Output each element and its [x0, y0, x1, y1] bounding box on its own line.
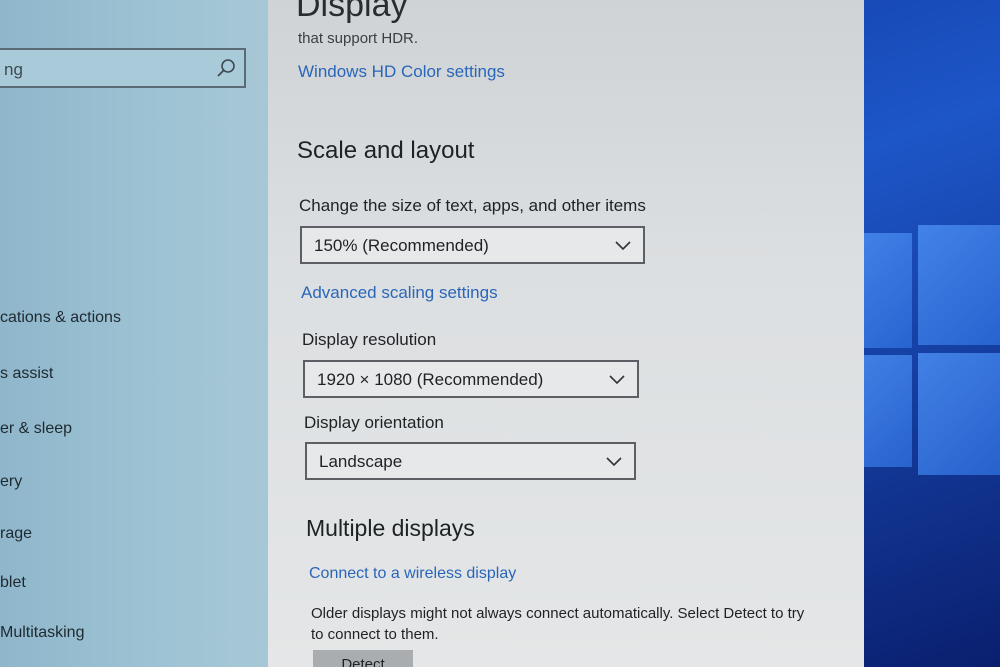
sidebar-item-storage[interactable]: rage	[0, 525, 32, 543]
orientation-dropdown[interactable]: Landscape	[305, 442, 636, 480]
search-icon[interactable]	[216, 58, 236, 78]
sidebar-item-notifications[interactable]: cations & actions	[0, 309, 121, 327]
multiple-displays-heading: Multiple displays	[306, 515, 475, 541]
scale-dropdown-value: 150% (Recommended)	[314, 236, 489, 255]
advanced-scaling-link[interactable]: Advanced scaling settings	[301, 283, 498, 303]
search-input-text: ng	[4, 60, 23, 79]
scale-layout-heading: Scale and layout	[297, 137, 475, 164]
resolution-dropdown[interactable]: 1920 × 1080 (Recommended)	[303, 360, 639, 398]
hdr-note: that support HDR.	[298, 30, 419, 47]
chevron-down-icon	[609, 375, 625, 385]
search-input[interactable]: ng	[0, 48, 246, 88]
resolution-dropdown-value: 1920 × 1080 (Recommended)	[317, 370, 544, 389]
detect-note: Older displays might not always connect …	[311, 605, 805, 643]
size-label: Change the size of text, apps, and other…	[299, 196, 646, 215]
hd-color-settings-link[interactable]: Windows HD Color settings	[298, 62, 505, 82]
windows-logo-icon	[848, 225, 1000, 475]
chevron-down-icon	[615, 241, 631, 251]
sidebar-item-multitasking[interactable]: Multitasking	[0, 624, 84, 642]
chevron-down-icon	[606, 457, 622, 467]
wireless-display-link[interactable]: Connect to a wireless display	[309, 565, 516, 583]
sidebar-item-battery[interactable]: ery	[0, 473, 22, 491]
orientation-label: Display orientation	[304, 413, 444, 432]
sidebar-item-focus-assist[interactable]: s assist	[0, 365, 53, 383]
detect-button[interactable]: Detect	[313, 650, 413, 667]
sidebar-item-tablet[interactable]: blet	[0, 574, 26, 592]
page-title: Display	[296, 0, 408, 24]
orientation-dropdown-value: Landscape	[319, 452, 403, 471]
sidebar-item-power-sleep[interactable]: er & sleep	[0, 420, 72, 438]
settings-sidebar: ng cations & actions s assist er & sleep…	[0, 0, 270, 667]
resolution-label: Display resolution	[302, 330, 437, 349]
scale-dropdown[interactable]: 150% (Recommended)	[300, 226, 645, 264]
